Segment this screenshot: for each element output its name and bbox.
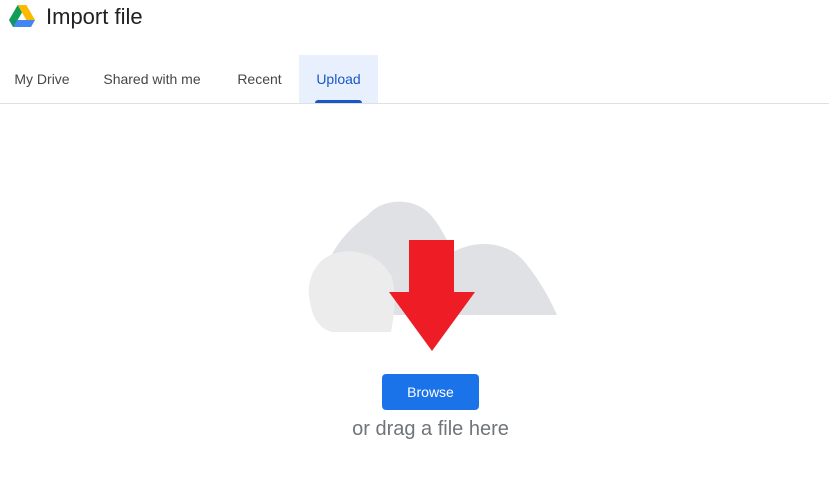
tab-shared-with-me[interactable]: Shared with me [84,55,220,103]
drag-file-hint: or drag a file here [352,418,509,440]
cloud-upload-arrow-icon [308,201,557,351]
tab-label: My Drive [14,71,70,87]
active-tab-indicator [315,100,362,103]
tab-label: Recent [237,71,282,87]
tab-label: Shared with me [103,71,201,87]
google-drive-icon [9,5,35,27]
import-file-dialog: Import file My Drive Shared with me Rece… [0,0,829,483]
tab-my-drive[interactable]: My Drive [0,55,84,103]
browse-button[interactable]: Browse [382,374,479,410]
tab-label: Upload [316,71,361,87]
source-tabs: My Drive Shared with me Recent Upload [0,55,829,104]
dialog-title: Import file [46,4,143,29]
dialog-header: Import file [0,0,829,36]
tab-upload[interactable]: Upload [299,55,378,103]
tab-recent[interactable]: Recent [220,55,299,103]
